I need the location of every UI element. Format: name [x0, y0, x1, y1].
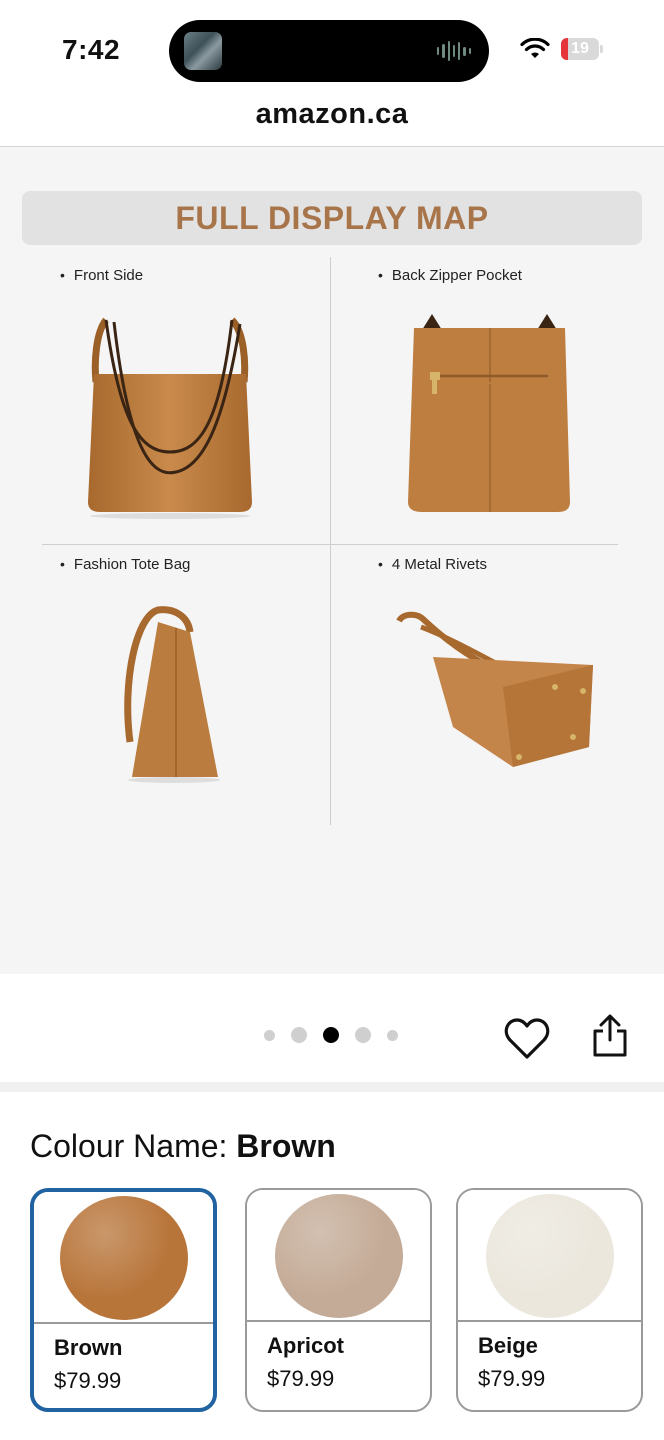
swatch-image	[247, 1190, 430, 1322]
audio-wave-icon	[437, 40, 471, 62]
battery-tip	[600, 45, 603, 53]
colour-name-label: Colour Name: Brown	[30, 1128, 336, 1165]
product-image[interactable]: FULL DISPLAY MAP Front Side Back Zipper …	[0, 147, 664, 974]
status-time: 7:42	[62, 34, 121, 65]
wifi-icon	[520, 38, 550, 58]
bag-side-view	[124, 606, 220, 783]
swatch-name: Apricot	[267, 1333, 344, 1358]
caption-back: Back Zipper Pocket	[378, 267, 522, 284]
swatch-image	[458, 1190, 641, 1322]
swatch-price: $79.99	[267, 1366, 335, 1391]
carousel-pager[interactable]	[256, 1027, 406, 1043]
url-bar[interactable]: amazon.ca	[0, 98, 664, 131]
leather-swatch-apricot	[274, 1194, 403, 1318]
grid-divider-horizontal	[42, 544, 618, 545]
heart-icon[interactable]	[504, 1017, 550, 1061]
battery-level: 19	[571, 40, 589, 57]
now-playing-thumbnail	[184, 32, 222, 70]
colour-label-text: Colour Name:	[30, 1128, 228, 1164]
leather-swatch-brown	[59, 1196, 188, 1320]
bag-back-view	[408, 314, 570, 512]
swatch-name: Brown	[54, 1335, 123, 1360]
carousel-dot[interactable]	[355, 1027, 371, 1043]
caption-side: Fashion Tote Bag	[60, 556, 190, 573]
swatch-price: $79.99	[54, 1368, 122, 1393]
caption-front: Front Side	[60, 267, 143, 284]
carousel-dot[interactable]	[291, 1027, 307, 1043]
swatch-image	[34, 1192, 213, 1324]
swatch-apricot[interactable]: Apricot $79.99	[245, 1188, 432, 1412]
carousel-dot[interactable]	[387, 1029, 398, 1041]
battery-icon: 19	[561, 38, 599, 60]
grid-divider-vertical	[330, 257, 331, 825]
selected-colour-name: Brown	[236, 1128, 336, 1164]
share-icon[interactable]	[590, 1014, 630, 1058]
bag-front-view	[88, 317, 252, 519]
carousel-dot[interactable]	[264, 1029, 275, 1041]
swatch-name: Beige	[478, 1333, 538, 1358]
section-divider	[0, 1082, 664, 1092]
caption-bottom: 4 Metal Rivets	[378, 556, 487, 573]
swatch-beige[interactable]: Beige $79.99	[456, 1188, 643, 1412]
bag-bottom-view	[396, 611, 593, 767]
leather-swatch-beige	[485, 1194, 614, 1318]
swatch-brown[interactable]: Brown $79.99	[30, 1188, 217, 1412]
swatch-price: $79.99	[478, 1366, 546, 1391]
dynamic-island[interactable]	[169, 20, 489, 82]
image-banner: FULL DISPLAY MAP	[22, 191, 642, 245]
carousel-dot-active[interactable]	[323, 1027, 339, 1043]
